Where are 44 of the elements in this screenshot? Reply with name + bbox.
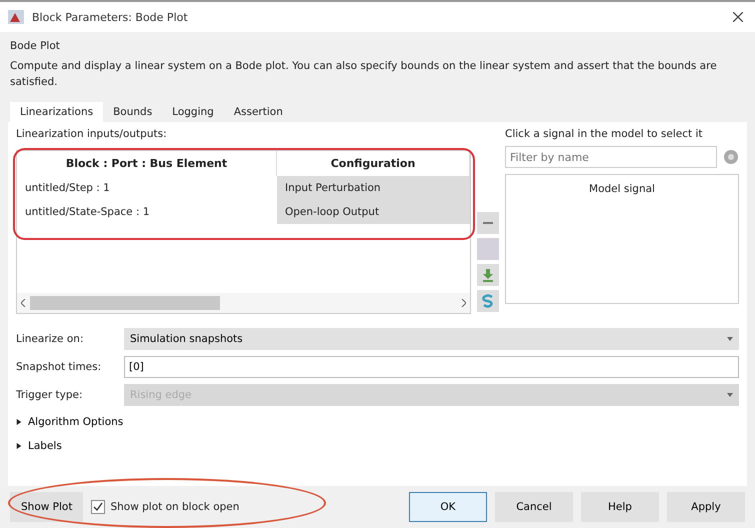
tab[interactable]: Linearizations: [10, 102, 104, 122]
dropdown[interactable]: Simulation snapshots: [124, 328, 739, 350]
tab[interactable]: Assertion: [224, 102, 293, 122]
field-label: Snapshot times:: [16, 361, 102, 373]
checkbox-label: Show plot on block open: [110, 501, 240, 513]
s-curve-icon: [481, 294, 495, 308]
io-label: Linearization inputs/outputs:: [16, 128, 168, 140]
signal-hint: Click a signal in the model to select it: [505, 128, 704, 140]
expand-triangle-icon: [16, 442, 22, 450]
tab[interactable]: Logging: [162, 102, 224, 122]
scroll-left-icon[interactable]: [21, 299, 26, 307]
field-label: Linearize on:: [16, 333, 84, 345]
window-title: Block Parameters: Bode Plot: [32, 10, 188, 24]
section-toggle[interactable]: Algorithm Options: [16, 414, 739, 430]
column-header: Model signal: [589, 183, 655, 195]
horizontal-scrollbar[interactable]: [17, 293, 470, 313]
download-arrow-icon: [481, 268, 495, 282]
table-cell: Input Perturbation: [277, 176, 470, 200]
show-plot-button[interactable]: Show Plot: [10, 492, 84, 522]
block-description: Compute and display a linear system on a Bode plot. You can also specify bounds on the linear system and assert that the bounds are satisfied.: [9, 59, 718, 90]
block-name: Bode Plot: [9, 39, 61, 54]
caret-icon: [727, 337, 733, 341]
dialog-button[interactable]: Help: [581, 492, 659, 522]
column-header: Block : Port : Bus Element: [17, 151, 277, 176]
minus-icon: [483, 222, 493, 224]
app-icon: [8, 10, 24, 24]
table-cell: Open-loop Output: [277, 200, 470, 224]
download-arrow-button[interactable]: [477, 264, 499, 286]
input-field[interactable]: [0]: [124, 356, 739, 378]
table-cell-text: untitled/Step : 1: [24, 181, 111, 196]
dialog-button[interactable]: Apply: [667, 492, 745, 522]
section-toggle[interactable]: Labels: [16, 438, 739, 454]
expand-triangle-icon: [16, 418, 22, 426]
refresh-button[interactable]: [477, 290, 499, 312]
checkbox[interactable]: [91, 500, 106, 514]
scroll-right-icon[interactable]: [461, 299, 466, 307]
field-label: Trigger type:: [16, 389, 84, 401]
table-cell-text: untitled/State-Space : 1: [24, 205, 151, 220]
dialog-button[interactable]: Cancel: [495, 492, 573, 522]
filter-field[interactable]: Filter by name: [505, 146, 717, 168]
tab[interactable]: Bounds: [103, 102, 162, 122]
caret-icon: [727, 393, 733, 397]
remove-button[interactable]: [477, 212, 499, 234]
dialog-button[interactable]: OK: [409, 492, 487, 522]
